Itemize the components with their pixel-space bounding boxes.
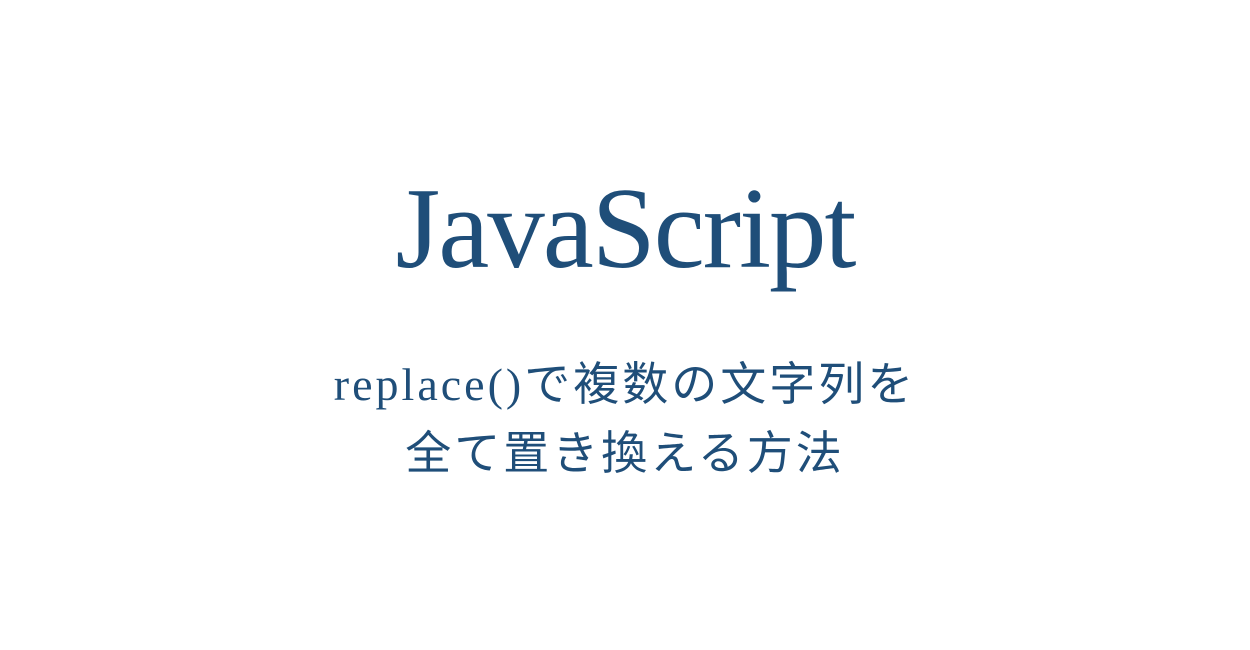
page-title: JavaScript [395,163,854,295]
subtitle-line-2: 全て置き換える方法 [334,419,916,488]
page-subtitle: replace()で複数の文字列を 全て置き換える方法 [334,350,916,488]
subtitle-line-1: replace()で複数の文字列を [334,350,916,419]
